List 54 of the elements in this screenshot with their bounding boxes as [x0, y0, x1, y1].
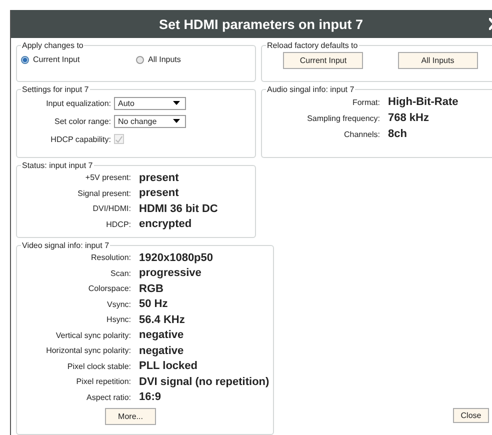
field-label: Input equalization: [45, 98, 112, 108]
close-button[interactable]: Close [453, 408, 489, 423]
info-value: 56.4 KHz [138, 314, 185, 326]
info-value: PLL locked [138, 360, 198, 372]
info-value: present [138, 172, 179, 184]
info-value: HDMI 36 bit DC [138, 202, 218, 215]
info-label: Hsync: [106, 315, 131, 324]
info-value: 8ch [387, 128, 407, 140]
info-label: Resolution: [90, 253, 131, 262]
info-label: +5V present: [84, 173, 131, 182]
info-value: 1920x1080p50 [138, 252, 214, 264]
info-value: 16:9 [138, 391, 162, 404]
info-label: HDCP: [105, 220, 131, 229]
info-value: RGB [138, 282, 164, 295]
radio-option[interactable]: All Inputs [136, 55, 251, 64]
field-label: Set color range: [54, 116, 112, 126]
info-label: Vsync: [106, 300, 131, 309]
info-value: present [138, 187, 179, 200]
group-label: Reload factory defaults to [266, 41, 359, 50]
caret-icon [173, 101, 180, 105]
info-value: encrypted [138, 218, 192, 230]
group-label: Audio singal info: input 7 [266, 85, 356, 94]
info-label: Signal present: [76, 188, 131, 198]
info-value: negative [138, 329, 184, 342]
info-label: Channels: [342, 130, 380, 138]
reload-button[interactable]: Current Input [283, 52, 364, 69]
info-value: progressive [138, 267, 202, 280]
info-label: DVI/HDMI: [92, 204, 131, 214]
info-value: DVI signal (no repetition) [138, 376, 270, 388]
info-label: Horizontal sync polarity: [45, 346, 131, 356]
info-label: Sampling frequency: [306, 114, 380, 122]
info-label: Format: [351, 98, 380, 106]
field-label: HDCP capability: [50, 134, 112, 144]
info-label: Scan: [110, 268, 131, 278]
more-button[interactable]: More... [105, 408, 156, 425]
info-label: Colorspace: [87, 284, 131, 294]
group-label: Apply changes to [21, 41, 84, 50]
group-label: Video signal info: input 7 [21, 241, 110, 250]
radio-option[interactable]: Current Input [21, 55, 136, 64]
group-label: Settings for input 7 [21, 85, 90, 94]
window-title: Set HDMI parameters on input 7 [158, 16, 364, 32]
info-label: Aspect ratio: [86, 392, 131, 402]
reload-button[interactable]: All Inputs [398, 52, 478, 69]
info-value: 50 Hz [138, 298, 168, 310]
info-label: Pixel repetition: [75, 377, 131, 386]
info-label: Vertical sync polarity: [54, 330, 131, 340]
dropdown[interactable]: No change [114, 114, 186, 128]
info-value: 768 kHz [387, 112, 429, 124]
info-value: High-Bit-Rate [387, 96, 458, 108]
dropdown[interactable]: Auto [114, 96, 186, 110]
info-value: negative [138, 344, 184, 357]
caret-icon [173, 119, 180, 123]
info-label: Pixel clock stable: [66, 362, 131, 371]
group-label: Status: input input 7 [21, 161, 94, 170]
